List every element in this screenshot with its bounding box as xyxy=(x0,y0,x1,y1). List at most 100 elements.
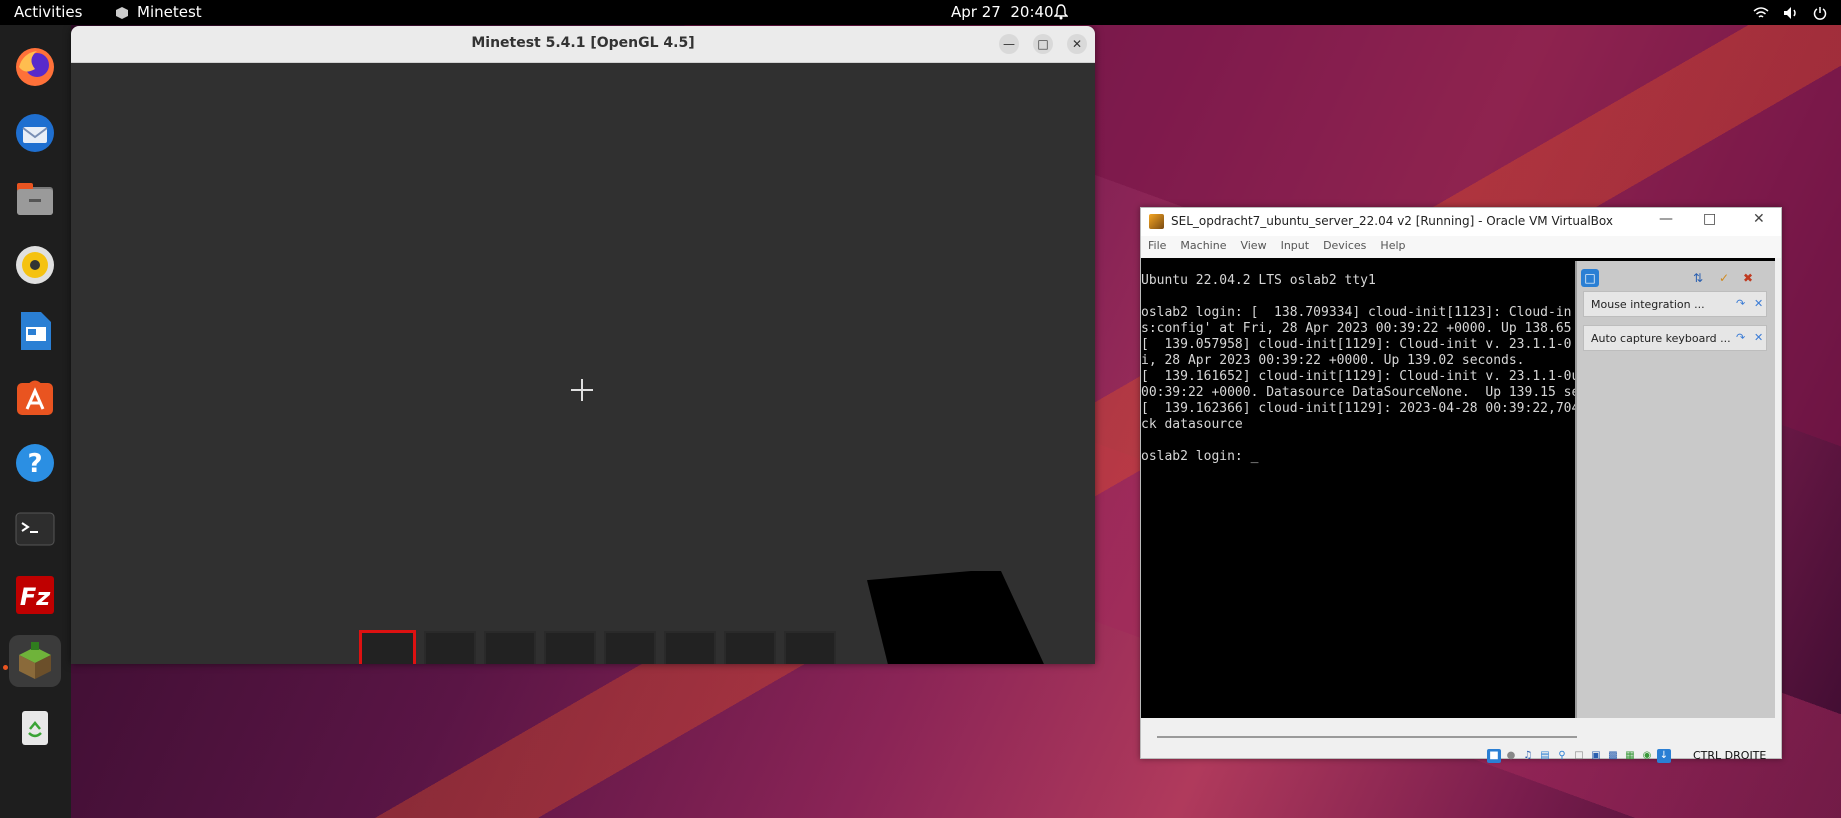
hotbar-slot[interactable] xyxy=(604,631,656,664)
notification-center: □ ⇅ ✓ ✖ Mouse integration ... ↷ ✕ Auto c… xyxy=(1575,261,1775,718)
console-line: [ 139.057958] cloud-init[1129]: Cloud-in… xyxy=(1141,337,1572,352)
dock-filezilla[interactable]: Fz xyxy=(9,569,61,621)
display-icon[interactable]: ▣ xyxy=(1589,749,1603,763)
dock-app-center[interactable] xyxy=(9,371,61,423)
hotbar-slot-selected[interactable] xyxy=(359,630,416,664)
audio-icon[interactable]: ♫ xyxy=(1521,749,1535,763)
maximize-button[interactable]: □ xyxy=(1033,34,1053,54)
alarm-bell-icon xyxy=(1054,4,1068,20)
network-icon xyxy=(1753,6,1769,18)
close-notification-icon[interactable]: ✕ xyxy=(1754,298,1766,310)
optical-drive-icon[interactable]: ● xyxy=(1504,749,1518,763)
dock-firefox[interactable] xyxy=(9,41,61,93)
hotbar-slot[interactable] xyxy=(784,631,836,664)
clock-time: 20:40 xyxy=(1010,3,1054,21)
notification-auto-capture[interactable]: Auto capture keyboard ... ↷ ✕ xyxy=(1583,325,1767,351)
trash-icon xyxy=(22,711,48,745)
vb-maximize-button[interactable]: □ xyxy=(1703,211,1716,227)
hard-disk-icon[interactable]: ■ xyxy=(1487,749,1501,763)
usb-icon[interactable]: ⚲ xyxy=(1555,749,1569,763)
do-not-show-icon[interactable]: ↷ xyxy=(1736,332,1748,344)
clock[interactable]: Apr 27 20:40 xyxy=(951,0,1054,25)
virtualbox-window[interactable]: SEL_opdracht7_ubuntu_server_22.04 v2 [Ru… xyxy=(1140,207,1782,763)
hotbar-slot[interactable] xyxy=(544,631,596,664)
menu-input[interactable]: Input xyxy=(1274,236,1316,258)
notification-text: Mouse integration ... xyxy=(1591,298,1705,311)
power-icon xyxy=(1813,6,1827,20)
horizontal-scrollbar[interactable] xyxy=(1157,736,1577,738)
hotbar-slot[interactable] xyxy=(424,631,476,664)
app-menu[interactable]: Minetest xyxy=(115,0,202,25)
terminal-icon xyxy=(15,512,55,546)
volume-icon xyxy=(1784,6,1796,19)
game-viewport[interactable] xyxy=(71,63,1095,664)
minimize-icon: — xyxy=(1003,37,1015,51)
system-tray[interactable] xyxy=(1753,0,1827,25)
clock-date: Apr 27 xyxy=(951,3,1001,21)
cpu-icon[interactable]: ▦ xyxy=(1623,749,1637,763)
vb-status-icons: ■ ● ♫ ▤ ⚲ □ ▣ ▩ ▦ ◉ ↓ xyxy=(1487,749,1671,763)
console-line: ck datasource xyxy=(1141,417,1243,432)
hotbar-slot[interactable] xyxy=(664,631,716,664)
close-button[interactable]: ✕ xyxy=(1067,34,1087,54)
keep-finished-icon[interactable]: ✓ xyxy=(1715,269,1733,287)
minimize-button[interactable]: — xyxy=(999,34,1019,54)
hotbar-slot[interactable] xyxy=(484,631,536,664)
dismiss-all-icon[interactable]: ✖ xyxy=(1739,269,1757,287)
shared-folders-icon[interactable]: □ xyxy=(1572,749,1586,763)
console-line: i, 28 Apr 2023 00:39:22 +0000. Up 139.02… xyxy=(1141,353,1525,368)
sort-icon[interactable]: ⇅ xyxy=(1689,269,1707,287)
close-notification-icon[interactable]: ✕ xyxy=(1754,332,1766,344)
top-bar: Activities Minetest Apr 27 20:40 xyxy=(0,0,1841,25)
menu-view[interactable]: View xyxy=(1233,236,1273,258)
vb-minimize-button[interactable]: — xyxy=(1659,211,1673,227)
guest-additions-icon[interactable]: ◉ xyxy=(1640,749,1654,763)
menu-help[interactable]: Help xyxy=(1373,236,1412,258)
minetest-window-title: Minetest 5.4.1 [OpenGL 4.5] xyxy=(471,35,695,51)
virtualbox-titlebar[interactable]: SEL_opdracht7_ubuntu_server_22.04 v2 [Ru… xyxy=(1141,208,1781,236)
app-center-icon xyxy=(17,380,53,415)
crosshair-icon-vertical xyxy=(581,379,583,401)
rhythmbox-icon xyxy=(16,246,54,284)
keyboard-capture-icon[interactable]: ↓ xyxy=(1657,749,1671,763)
player-hand xyxy=(867,571,1061,664)
vb-statusbar: ■ ● ♫ ▤ ⚲ □ ▣ ▩ ▦ ◉ ↓ CTRL DROITE xyxy=(1141,718,1781,763)
firefox-icon xyxy=(16,48,54,86)
activities-button[interactable]: Activities xyxy=(14,0,82,25)
notification-mouse-integration[interactable]: Mouse integration ... ↷ ✕ xyxy=(1583,291,1767,317)
close-icon: ✕ xyxy=(1071,37,1083,51)
dock-help[interactable]: ? xyxy=(9,437,61,489)
svg-text:Fz: Fz xyxy=(20,583,51,611)
console-line: Ubuntu 22.04.2 LTS oslab2 tty1 xyxy=(1141,273,1376,288)
minetest-small-icon xyxy=(116,6,128,19)
console-line: 00:39:22 +0000. Datasource DataSourceNon… xyxy=(1141,385,1619,400)
minetest-window[interactable]: Minetest 5.4.1 [OpenGL 4.5] — □ ✕ xyxy=(71,26,1095,664)
dock-trash[interactable] xyxy=(9,701,61,753)
thunderbird-icon xyxy=(16,114,54,152)
dock-files[interactable] xyxy=(9,173,61,225)
running-indicator xyxy=(3,665,8,670)
filezilla-icon: Fz xyxy=(16,576,54,614)
dock-minetest[interactable] xyxy=(9,635,61,687)
vb-close-button[interactable]: ✕ xyxy=(1753,211,1765,227)
dock-rhythmbox[interactable] xyxy=(9,239,61,291)
hotbar-slot[interactable] xyxy=(724,631,776,664)
dock-terminal[interactable] xyxy=(9,503,61,555)
menu-devices[interactable]: Devices xyxy=(1316,236,1373,258)
files-icon xyxy=(17,183,53,215)
dock-libreoffice-writer[interactable] xyxy=(9,305,61,357)
dock: ? Fz xyxy=(0,25,71,818)
console-line: oslab2 login: [ 138.709334] cloud-init[1… xyxy=(1141,305,1572,320)
dock-thunderbird[interactable] xyxy=(9,107,61,159)
notification-center-icon[interactable]: □ xyxy=(1581,269,1599,287)
menu-file[interactable]: File xyxy=(1141,236,1173,258)
notification-text: Auto capture keyboard ... xyxy=(1591,332,1731,345)
video-capture-icon[interactable]: ▩ xyxy=(1606,749,1620,763)
minetest-titlebar[interactable]: Minetest 5.4.1 [OpenGL 4.5] — □ ✕ xyxy=(71,26,1095,63)
vm-screen[interactable]: Ubuntu 22.04.2 LTS oslab2 tty1 oslab2 lo… xyxy=(1141,258,1775,718)
virtualbox-window-title: SEL_opdracht7_ubuntu_server_22.04 v2 [Ru… xyxy=(1171,214,1613,228)
do-not-show-icon[interactable]: ↷ xyxy=(1736,298,1748,310)
libreoffice-writer-icon xyxy=(21,312,51,350)
network-adapter-icon[interactable]: ▤ xyxy=(1538,749,1552,763)
menu-machine[interactable]: Machine xyxy=(1173,236,1233,258)
